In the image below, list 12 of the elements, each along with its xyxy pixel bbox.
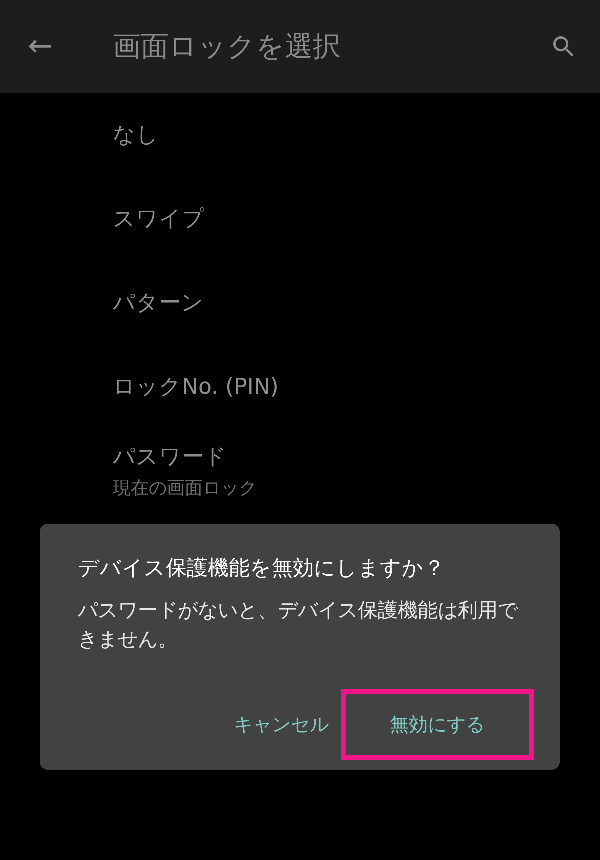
dialog-message: パスワードがないと、デバイス保護機能は利用できません。	[78, 597, 520, 653]
lock-option[interactable]: パスワード	[113, 442, 600, 472]
back-button[interactable]: ←	[28, 29, 88, 64]
dialog-title: デバイス保護機能を無効にしますか？	[78, 555, 446, 582]
lock-option[interactable]: パターン	[113, 288, 600, 318]
lock-option[interactable]: ロックNo. (PIN)	[113, 372, 600, 402]
lock-option[interactable]: なし	[113, 120, 600, 150]
option-summary: 現在の画面ロック	[113, 477, 258, 500]
screen-title: 画面ロックを選択	[113, 28, 342, 64]
dialog-button[interactable]: 無効にする	[341, 689, 534, 760]
dialog-button[interactable]: キャンセル	[222, 694, 341, 754]
lock-option[interactable]: スワイプ	[113, 204, 600, 234]
